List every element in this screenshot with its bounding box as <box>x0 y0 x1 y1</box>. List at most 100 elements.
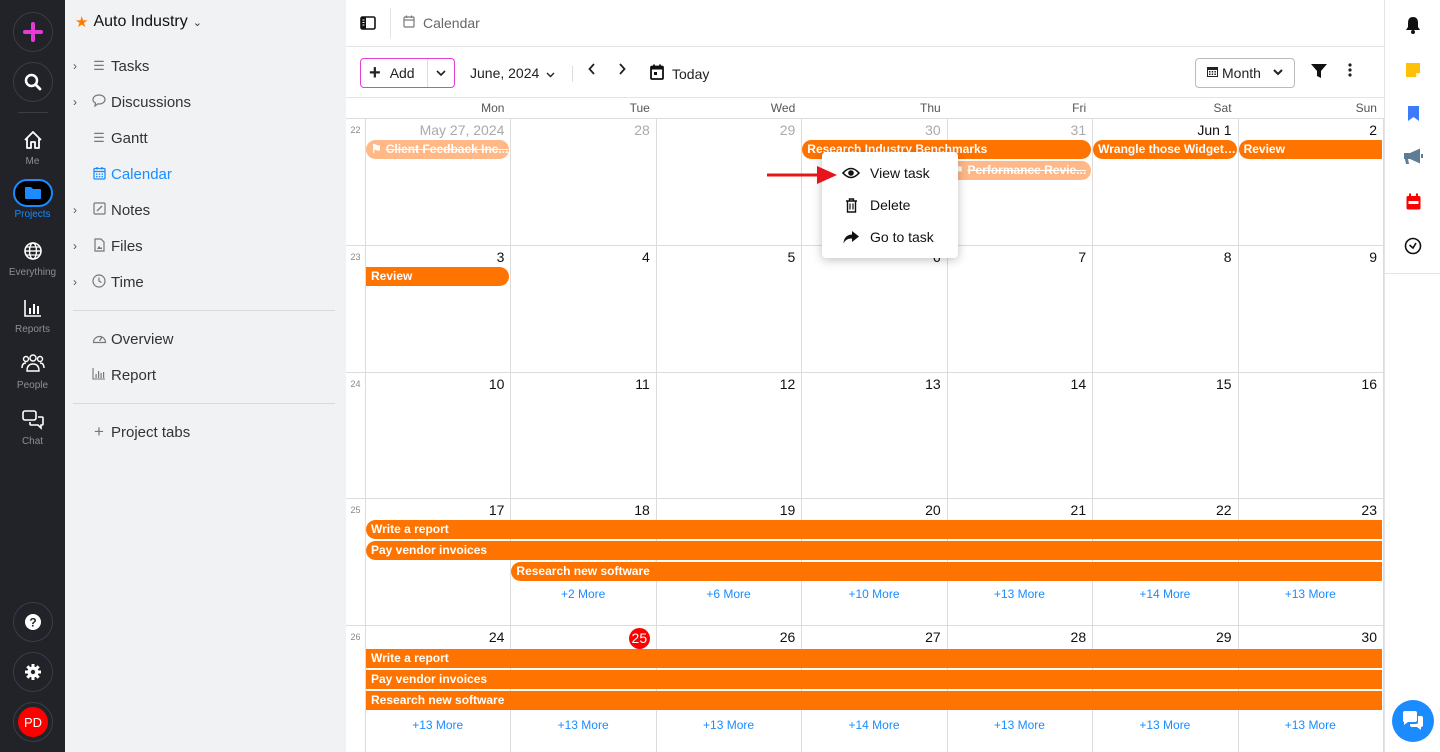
sidebar-item-report[interactable]: Report <box>65 360 346 390</box>
search-button[interactable] <box>13 62 53 102</box>
calendar-event[interactable]: ⚑ Client Feedback Inc... <box>366 140 510 159</box>
day-number[interactable]: 24 <box>365 629 510 647</box>
rail-item-me[interactable]: Me <box>0 127 65 167</box>
day-number[interactable]: 16 <box>1238 376 1383 394</box>
day-number[interactable]: 29 <box>1092 629 1237 647</box>
calendar-event[interactable]: Review <box>366 267 510 286</box>
chevron-right-icon[interactable]: › <box>73 275 87 289</box>
announcements-button[interactable] <box>1385 148 1440 165</box>
more-events-link[interactable]: +13 More <box>947 718 1092 732</box>
day-number[interactable]: 20 <box>801 502 946 520</box>
profile-button[interactable]: PD <box>13 702 53 742</box>
star-icon[interactable]: ★ <box>75 13 88 31</box>
day-number[interactable]: 7 <box>947 249 1092 267</box>
day-number[interactable]: 22 <box>1092 502 1237 520</box>
sticky-notes-button[interactable] <box>1385 62 1440 78</box>
day-cell-today[interactable]: 25 <box>510 628 655 649</box>
day-number[interactable]: 11 <box>510 376 655 394</box>
help-button[interactable]: ? <box>13 602 53 642</box>
day-number[interactable]: 19 <box>656 502 801 520</box>
sidebar-item-gantt[interactable]: ☰ Gantt <box>65 123 346 153</box>
day-number[interactable]: 28 <box>510 122 655 140</box>
day-number[interactable]: 30 <box>1238 629 1383 647</box>
day-number[interactable]: 12 <box>656 376 801 394</box>
day-number[interactable]: 2 <box>1238 122 1383 140</box>
day-number[interactable]: 14 <box>947 376 1092 394</box>
day-number[interactable]: 23 <box>1238 502 1383 520</box>
add-button[interactable]: + Add <box>361 59 428 87</box>
sidebar-item-time[interactable]: › Time <box>65 267 346 297</box>
filter-button[interactable] <box>1311 63 1327 84</box>
more-events-link[interactable]: +6 More <box>656 587 801 601</box>
settings-button[interactable] <box>13 652 53 692</box>
more-events-link[interactable]: +2 More <box>510 587 655 601</box>
chevron-right-icon[interactable]: › <box>73 59 87 73</box>
calendar-event[interactable]: Write a report <box>366 649 1382 668</box>
sidebar-toggle-button[interactable] <box>346 16 390 30</box>
more-events-link[interactable]: +13 More <box>365 718 510 732</box>
today-button[interactable]: Today <box>650 64 709 83</box>
calendar-event[interactable]: Research new software <box>366 691 1382 710</box>
rail-item-chat[interactable]: Chat <box>0 407 65 447</box>
calendar-events-button[interactable] <box>1385 193 1440 210</box>
sidebar-item-tasks[interactable]: › ☰ Tasks <box>65 51 346 81</box>
day-number[interactable]: 10 <box>365 376 510 394</box>
more-events-link[interactable]: +13 More <box>1238 587 1383 601</box>
rail-item-everything[interactable]: Everything <box>0 238 65 278</box>
calendar-event[interactable]: Write a report <box>366 520 1382 539</box>
sidebar-item-notes[interactable]: › Notes <box>65 195 346 225</box>
more-events-link[interactable]: +14 More <box>1092 587 1237 601</box>
day-number[interactable]: 18 <box>510 502 655 520</box>
day-number[interactable]: 29 <box>656 122 801 140</box>
more-events-link[interactable]: +13 More <box>656 718 801 732</box>
day-number[interactable]: 30 <box>801 122 946 140</box>
day-number[interactable]: May 27, 2024 <box>365 122 510 140</box>
day-number[interactable]: 27 <box>801 629 946 647</box>
rail-item-projects[interactable]: Projects <box>0 179 65 220</box>
more-events-link[interactable]: +13 More <box>510 718 655 732</box>
view-selector[interactable]: Month <box>1195 58 1295 88</box>
sidebar-item-files[interactable]: › Files <box>65 231 346 261</box>
timer-button[interactable] <box>1385 237 1440 255</box>
sidebar-item-discussions[interactable]: › Discussions <box>65 87 346 117</box>
day-number[interactable]: 28 <box>947 629 1092 647</box>
chevron-right-icon[interactable]: › <box>73 239 87 253</box>
chevron-right-icon[interactable]: › <box>73 203 87 217</box>
next-month-button[interactable] <box>614 62 630 80</box>
rail-item-people[interactable]: People <box>0 351 65 391</box>
create-button[interactable] <box>13 12 53 52</box>
day-number[interactable]: 4 <box>510 249 655 267</box>
day-number[interactable]: 3 <box>365 249 510 267</box>
day-number[interactable]: Jun 1 <box>1092 122 1237 140</box>
calendar-event[interactable]: Wrangle those Widgets... <box>1093 140 1237 159</box>
support-chat-button[interactable] <box>1392 700 1434 742</box>
day-number[interactable]: 17 <box>365 502 510 520</box>
more-events-link[interactable]: +13 More <box>1092 718 1237 732</box>
calendar-event[interactable]: Pay vendor invoices <box>366 541 1382 560</box>
context-delete[interactable]: Delete <box>822 189 958 221</box>
add-project-tab-button[interactable]: + Project tabs <box>65 417 346 447</box>
project-switcher[interactable]: ★ Auto Industry ⌄ <box>75 13 202 31</box>
day-number[interactable]: 21 <box>947 502 1092 520</box>
more-events-link[interactable]: +10 More <box>801 587 946 601</box>
add-dropdown-button[interactable] <box>428 59 454 87</box>
context-go-to-task[interactable]: Go to task <box>822 221 958 253</box>
more-events-link[interactable]: +14 More <box>801 718 946 732</box>
month-picker[interactable]: June, 2024 <box>470 65 555 81</box>
day-number[interactable]: 26 <box>656 629 801 647</box>
more-options-button[interactable] <box>1348 62 1352 80</box>
more-events-link[interactable]: +13 More <box>947 587 1092 601</box>
rail-item-reports[interactable]: Reports <box>0 295 65 335</box>
calendar-event[interactable]: Research new software <box>511 562 1382 581</box>
context-view-task[interactable]: View task <box>822 157 958 189</box>
chevron-right-icon[interactable]: › <box>73 95 87 109</box>
day-number[interactable]: 9 <box>1238 249 1383 267</box>
notifications-button[interactable] <box>1385 16 1440 34</box>
day-number[interactable]: 15 <box>1092 376 1237 394</box>
day-number[interactable]: 31 <box>947 122 1092 140</box>
previous-month-button[interactable] <box>584 62 600 80</box>
bookmarks-button[interactable] <box>1385 105 1440 122</box>
calendar-event[interactable]: Review <box>1238 140 1382 159</box>
sidebar-item-calendar[interactable]: Calendar <box>65 159 346 189</box>
calendar-event[interactable]: ⚑ Performance Revie... <box>947 161 1092 180</box>
